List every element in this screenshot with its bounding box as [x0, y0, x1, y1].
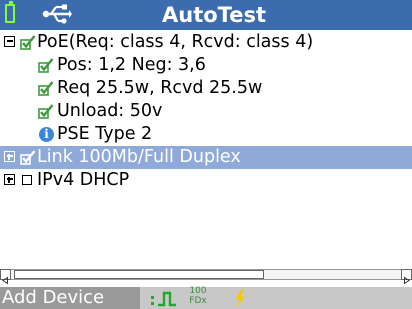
expand-icon[interactable]: [4, 174, 15, 185]
checkbox-checked-icon: [38, 81, 54, 96]
title-bar: AutoTest: [0, 0, 412, 30]
collapse-icon[interactable]: [4, 36, 15, 47]
expand-icon[interactable]: [4, 151, 15, 162]
horizontal-scrollbar[interactable]: [0, 269, 412, 285]
link-pulse-icon: [151, 291, 176, 307]
checkbox-checked-icon: [38, 104, 54, 119]
arrow-left-icon: [2, 276, 8, 285]
tree-row-label: IPv4 DHCP: [37, 170, 130, 190]
tree-row-unload[interactable]: Unload: 50v: [0, 100, 412, 123]
tree-row-link[interactable]: Link 100Mb/Full Duplex: [0, 146, 412, 169]
link-duplex-value: FDx: [189, 295, 207, 306]
status-bar: Add Device 100 FDx: [0, 286, 412, 309]
result-tree: PoE(Req: class 4, Rcvd: class 4) Pos: 1,…: [0, 31, 412, 192]
checkbox-checked-icon: [20, 35, 36, 50]
tree-row-label: Req 25.5w, Rcvd 25.5w: [57, 78, 263, 98]
info-icon: i: [39, 127, 54, 142]
tree-row-poe[interactable]: PoE(Req: class 4, Rcvd: class 4): [0, 31, 412, 54]
tree-row-power[interactable]: Req 25.5w, Rcvd 25.5w: [0, 77, 412, 100]
tree-row-label: Unload: 50v: [57, 101, 163, 121]
link-speed: 100 FDx: [186, 286, 210, 306]
checkbox-checked-icon: [20, 150, 36, 165]
tree-row-pos-neg[interactable]: Pos: 1,2 Neg: 3,6: [0, 54, 412, 77]
tree-row-pse-type[interactable]: i PSE Type 2: [0, 123, 412, 146]
scrollbar-thumb[interactable]: [14, 270, 264, 279]
checkbox-empty-icon: [22, 175, 32, 185]
tree-row-dhcp[interactable]: IPv4 DHCP: [0, 169, 412, 192]
scroll-right-button[interactable]: [401, 269, 412, 285]
arrow-right-icon: [404, 276, 410, 285]
tree-row-label: Link 100Mb/Full Duplex: [37, 147, 241, 167]
add-device-button[interactable]: Add Device: [0, 287, 140, 309]
lightning-icon: [235, 289, 245, 308]
tree-row-label: PSE Type 2: [57, 124, 153, 144]
scroll-left-button[interactable]: [0, 269, 11, 285]
page-title: AutoTest: [162, 3, 266, 27]
tree-row-label: PoE(Req: class 4, Rcvd: class 4): [37, 32, 314, 52]
tree-row-label: Pos: 1,2 Neg: 3,6: [57, 55, 206, 75]
checkbox-checked-icon: [38, 58, 54, 73]
